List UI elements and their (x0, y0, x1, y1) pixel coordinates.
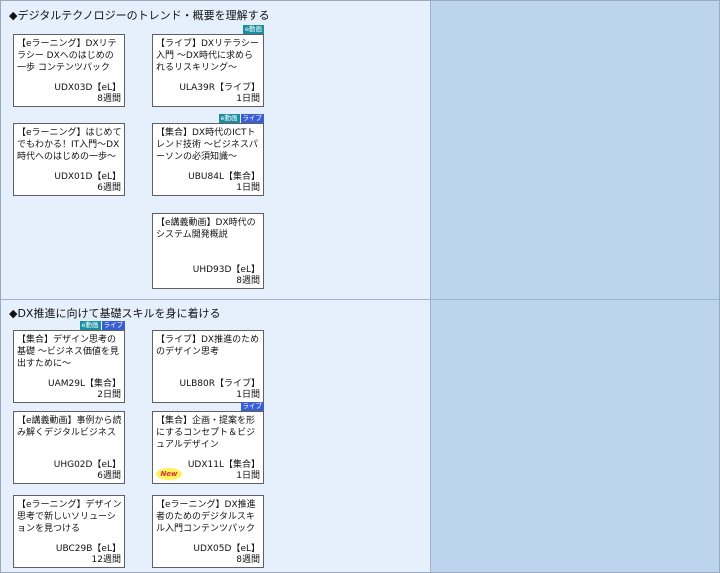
course-map-frame: ◆デジタルテクノロジーのトレンド・概要を理解する 【eラーニング】DXリテラシー… (0, 0, 720, 573)
course-title: 【ライブ】DX推進のためのデザイン思考 (156, 335, 260, 357)
course-badges: e動画 ライブ (79, 321, 125, 330)
course-title: 【集合】デザイン思考の基礎 〜ビジネス価値を見出すために〜 (17, 335, 119, 369)
new-badge: New (156, 468, 182, 480)
course-duration: 6週間 (97, 471, 121, 481)
course-title: 【eラーニング】デザイン思考で新しいソリューションを見つける (17, 500, 122, 534)
course-duration: 1日間 (236, 183, 260, 193)
course-badges: e動画 (243, 25, 264, 34)
course-card-ula39r[interactable]: e動画 【ライブ】DXリテラシー入門 〜DX時代に求められるリスキリング〜 UL… (152, 25, 264, 107)
course-code: UHG02D【eL】 (53, 460, 121, 470)
course-duration: 6週間 (97, 183, 121, 193)
course-code: ULA39R【ライブ】 (179, 83, 260, 93)
course-code: UBU84L【集合】 (188, 172, 260, 182)
live-badge: ライブ (240, 114, 264, 123)
course-duration: 8週間 (236, 276, 260, 286)
course-title: 【集合】DX時代のICTトレンド技術 〜ビジネスパーソンの必須知識〜 (156, 128, 258, 162)
course-code: UAM29L【集合】 (48, 379, 121, 389)
course-badges: ライブ (240, 402, 264, 411)
live-badge: ライブ (101, 321, 125, 330)
course-code: UDX05D【eL】 (193, 544, 260, 554)
live-badge: ライブ (240, 402, 264, 411)
course-card-udx01d[interactable]: 【eラーニング】はじめてでもわかる！IT入門〜DX時代へのはじめの一歩〜 UDX… (13, 123, 125, 196)
course-badges: e動画 ライブ (218, 114, 264, 123)
video-badge: e動画 (218, 114, 240, 123)
course-title: 【e講義動画】事例から読み解くデジタルビジネス (17, 416, 122, 438)
course-duration: 2日間 (97, 390, 121, 400)
course-code: UBC29B【eL】 (55, 544, 121, 554)
course-card-udx05d[interactable]: 【eラーニング】DX推進者のためのデジタルスキル入門コンテンツパック UDX05… (152, 495, 264, 568)
course-code: ULB80R【ライブ】 (179, 379, 260, 389)
course-card-ulb80r[interactable]: 【ライブ】DX推進のためのデザイン思考 ULB80R【ライブ】 1日間 (152, 330, 264, 403)
course-duration: 8週間 (236, 555, 260, 565)
empty-side-panel (431, 1, 719, 572)
course-duration: 1日間 (236, 94, 260, 104)
course-title: 【e講義動画】DX時代のシステム開発概説 (156, 218, 256, 240)
course-card-uhd93d[interactable]: 【e講義動画】DX時代のシステム開発概説 UHD93D【eL】 8週間 (152, 213, 264, 289)
course-title: 【eラーニング】DXリテラシー DXへのはじめの一歩 コンテンツパック (17, 39, 117, 73)
course-title: 【ライブ】DXリテラシー入門 〜DX時代に求められるリスキリング〜 (156, 39, 259, 73)
course-card-ubc29b[interactable]: 【eラーニング】デザイン思考で新しいソリューションを見つける UBC29B【eL… (13, 495, 125, 568)
course-code: UDX03D【eL】 (54, 83, 121, 93)
course-card-uhg02d[interactable]: 【e講義動画】事例から読み解くデジタルビジネス UHG02D【eL】 6週間 (13, 411, 125, 484)
video-badge: e動画 (243, 25, 264, 34)
course-duration: 1日間 (236, 390, 260, 400)
course-title: 【集合】企画・提案を形にするコンセプト＆ビジュアルデザイン (156, 416, 256, 450)
course-code: UDX11L【集合】 (187, 460, 260, 470)
course-card-udx03d[interactable]: 【eラーニング】DXリテラシー DXへのはじめの一歩 コンテンツパック UDX0… (13, 34, 125, 107)
section-title-digital-trends: ◆デジタルテクノロジーのトレンド・概要を理解する (9, 9, 270, 22)
section-title-dx-basic-skills: ◆DX推進に向けて基礎スキルを身に着ける (9, 307, 221, 320)
video-badge: e動画 (79, 321, 101, 330)
course-card-uam29l[interactable]: e動画 ライブ 【集合】デザイン思考の基礎 〜ビジネス価値を見出すために〜 UA… (13, 321, 125, 403)
course-duration: 12週間 (91, 555, 121, 565)
course-duration: 8週間 (97, 94, 121, 104)
course-code: UDX01D【eL】 (54, 172, 121, 182)
section-divider (1, 299, 719, 300)
course-duration: 1日間 (236, 471, 260, 481)
course-card-ubu84l[interactable]: e動画 ライブ 【集合】DX時代のICTトレンド技術 〜ビジネスパーソンの必須知… (152, 114, 264, 196)
course-title: 【eラーニング】はじめてでもわかる！IT入門〜DX時代へのはじめの一歩〜 (17, 128, 122, 162)
course-code: UHD93D【eL】 (192, 265, 260, 275)
course-card-udx11l[interactable]: ライブ 【集合】企画・提案を形にするコンセプト＆ビジュアルデザイン New UD… (152, 402, 264, 484)
course-title: 【eラーニング】DX推進者のためのデジタルスキル入門コンテンツパック (156, 500, 256, 534)
